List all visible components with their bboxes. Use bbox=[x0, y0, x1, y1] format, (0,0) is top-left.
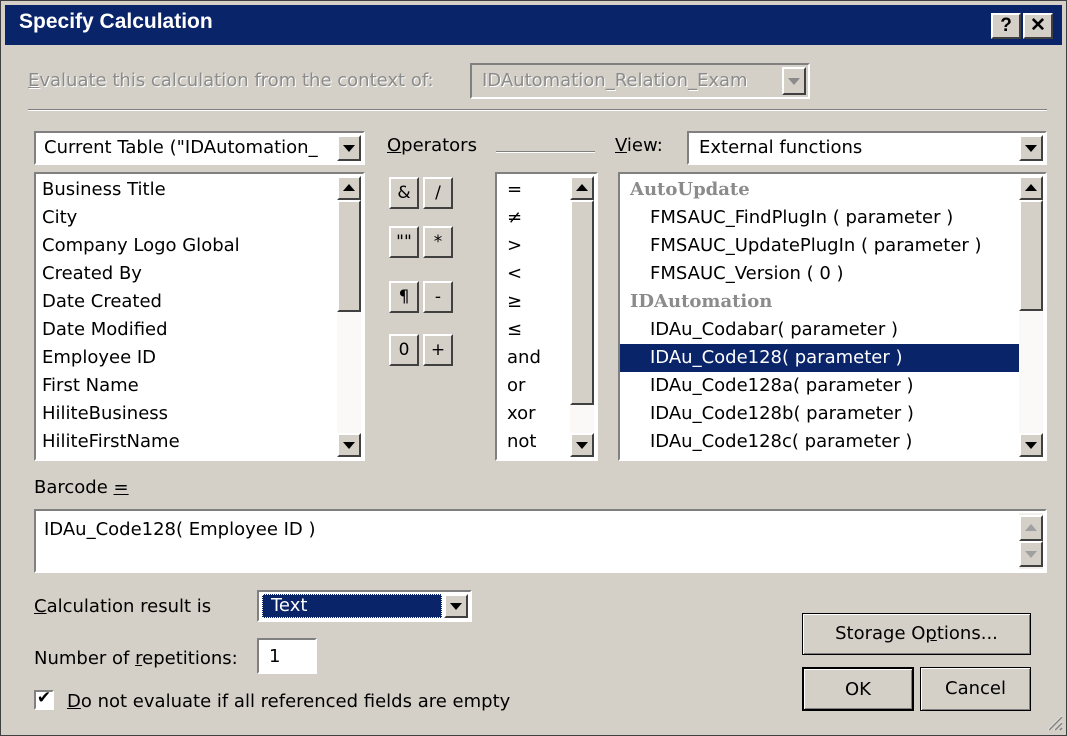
close-button[interactable]: ✕ bbox=[1023, 13, 1053, 39]
operator-button[interactable]: - bbox=[423, 281, 453, 313]
operator-list-item[interactable]: = bbox=[507, 176, 522, 204]
view-value: External functions bbox=[699, 137, 863, 158]
operator-button[interactable]: ¶ bbox=[389, 281, 419, 313]
ok-button[interactable]: OK bbox=[802, 667, 914, 711]
view-dropdown[interactable]: External functions bbox=[687, 131, 1047, 165]
scroll-up-icon[interactable] bbox=[337, 176, 361, 200]
result-value: Text bbox=[271, 595, 308, 616]
function-list-item[interactable]: IDAu_Codabar( parameter ) bbox=[650, 316, 898, 344]
formula-scrollbar[interactable] bbox=[1019, 513, 1043, 569]
field-list-item[interactable]: First Name bbox=[42, 372, 139, 400]
operator-button[interactable]: + bbox=[423, 334, 453, 366]
chevron-down-icon[interactable] bbox=[337, 135, 361, 161]
scroll-up-icon[interactable] bbox=[570, 176, 594, 200]
formula-text[interactable]: IDAu_Code128( Employee ID ) bbox=[44, 519, 316, 540]
function-list-item[interactable]: FMSAUC_Version ( 0 ) bbox=[650, 260, 844, 288]
table-dropdown[interactable]: Current Table ("IDAutomation_ bbox=[34, 131, 365, 165]
field-list-item[interactable]: Date Created bbox=[42, 288, 162, 316]
specify-calculation-dialog: Specify Calculation ? ✕ Evaluate this ca… bbox=[0, 0, 1067, 736]
context-value: IDAutomation_Relation_Exam bbox=[482, 70, 748, 91]
field-list-item[interactable]: Employee ID bbox=[42, 344, 156, 372]
operator-list-item[interactable]: xor bbox=[507, 400, 536, 428]
formula-label: Barcode = bbox=[34, 477, 129, 498]
function-list-item[interactable]: IDAu_Code128a( parameter ) bbox=[650, 372, 914, 400]
separator bbox=[28, 109, 1047, 111]
field-list-item[interactable]: Company Logo Global bbox=[42, 232, 240, 260]
operator-button[interactable]: 0 bbox=[389, 334, 419, 366]
chevron-down-icon[interactable] bbox=[782, 67, 806, 95]
operator-button[interactable]: * bbox=[423, 226, 453, 258]
storage-options-button[interactable]: Storage Options... bbox=[802, 613, 1031, 655]
scroll-thumb[interactable] bbox=[337, 200, 361, 312]
scroll-thumb[interactable] bbox=[1019, 200, 1043, 311]
repetitions-label: Number of repetitions: bbox=[34, 648, 238, 669]
fields-list[interactable]: Business Title City Company Logo Global Cre… bbox=[34, 172, 365, 461]
cancel-button[interactable]: Cancel bbox=[920, 667, 1031, 711]
help-button[interactable]: ? bbox=[991, 13, 1021, 39]
operators-scrollbar[interactable] bbox=[570, 176, 594, 457]
operator-button[interactable]: / bbox=[423, 177, 453, 209]
repetitions-value: 1 bbox=[269, 646, 281, 667]
function-group-header[interactable]: AutoUpdate bbox=[630, 176, 750, 204]
function-list-item-selected[interactable]: IDAu_Code128( parameter ) bbox=[620, 344, 1040, 372]
scroll-down-icon[interactable] bbox=[1019, 541, 1043, 567]
field-list-item[interactable]: HiliteFirstName bbox=[42, 428, 180, 456]
operator-list-item[interactable]: not bbox=[507, 428, 536, 456]
operator-list-item[interactable]: > bbox=[507, 232, 522, 260]
context-dropdown[interactable]: IDAutomation_Relation_Exam bbox=[470, 63, 810, 99]
operators-list[interactable]: = ≠ > < ≥ ≤ and or xor not bbox=[495, 172, 598, 461]
function-group-header[interactable]: IDAutomation bbox=[630, 288, 772, 316]
chevron-down-icon[interactable] bbox=[444, 594, 468, 618]
operator-list-item[interactable]: ≥ bbox=[507, 288, 522, 316]
operator-list-item[interactable]: ≤ bbox=[507, 316, 522, 344]
field-list-item[interactable]: City bbox=[42, 204, 77, 232]
formula-box[interactable]: IDAu_Code128( Employee ID ) bbox=[34, 509, 1047, 573]
result-dropdown[interactable]: Text bbox=[257, 590, 472, 622]
scroll-down-icon[interactable] bbox=[337, 433, 361, 457]
repetitions-input[interactable]: 1 bbox=[257, 638, 317, 674]
scroll-down-icon[interactable] bbox=[1019, 433, 1043, 457]
functions-scrollbar[interactable] bbox=[1019, 176, 1043, 457]
scroll-up-icon[interactable] bbox=[1019, 515, 1043, 541]
function-list-item[interactable]: IDAu_Code128c( parameter ) bbox=[650, 428, 912, 456]
chevron-down-icon[interactable] bbox=[1019, 135, 1043, 161]
scroll-up-icon[interactable] bbox=[1019, 176, 1043, 200]
operator-button[interactable]: "" bbox=[389, 226, 419, 258]
function-list-item[interactable]: FMSAUC_FindPlugIn ( parameter ) bbox=[650, 204, 953, 232]
empty-fields-checkbox[interactable]: ✔ bbox=[34, 688, 54, 710]
checkbox-label[interactable]: Do not evaluate if all referenced fields… bbox=[67, 691, 510, 712]
scroll-down-icon[interactable] bbox=[570, 433, 594, 457]
operators-label: Operators bbox=[387, 135, 477, 156]
fields-scrollbar[interactable] bbox=[337, 176, 361, 457]
view-label: View: bbox=[615, 135, 663, 156]
function-list-item[interactable]: FMSAUC_UpdatePlugIn ( parameter ) bbox=[650, 232, 982, 260]
resize-grip-icon[interactable] bbox=[1045, 713, 1063, 731]
operators-rule bbox=[496, 151, 595, 153]
check-icon: ✔ bbox=[36, 688, 52, 708]
operator-button[interactable]: & bbox=[389, 177, 419, 209]
field-list-item[interactable]: HiliteBusiness bbox=[42, 400, 168, 428]
context-label: Evaluate this calculation from the conte… bbox=[28, 70, 434, 91]
title-bar: Specify Calculation ? ✕ bbox=[5, 5, 1062, 45]
field-list-item[interactable]: Business Title bbox=[42, 176, 166, 204]
function-list-item[interactable]: IDAu_Code128b( parameter ) bbox=[650, 400, 914, 428]
functions-list[interactable]: AutoUpdate FMSAUC_FindPlugIn ( parameter … bbox=[618, 172, 1047, 461]
scroll-thumb[interactable] bbox=[570, 200, 594, 405]
field-list-item[interactable]: Date Modified bbox=[42, 316, 168, 344]
result-label: Calculation result is bbox=[34, 596, 212, 617]
window-title: Specify Calculation bbox=[19, 10, 213, 33]
operator-list-item[interactable]: or bbox=[507, 372, 525, 400]
table-value: Current Table ("IDAutomation_ bbox=[44, 137, 318, 158]
field-list-item[interactable]: Created By bbox=[42, 260, 142, 288]
operator-list-item[interactable]: < bbox=[507, 260, 522, 288]
operator-list-item[interactable]: and bbox=[507, 344, 541, 372]
operator-list-item[interactable]: ≠ bbox=[507, 204, 522, 232]
